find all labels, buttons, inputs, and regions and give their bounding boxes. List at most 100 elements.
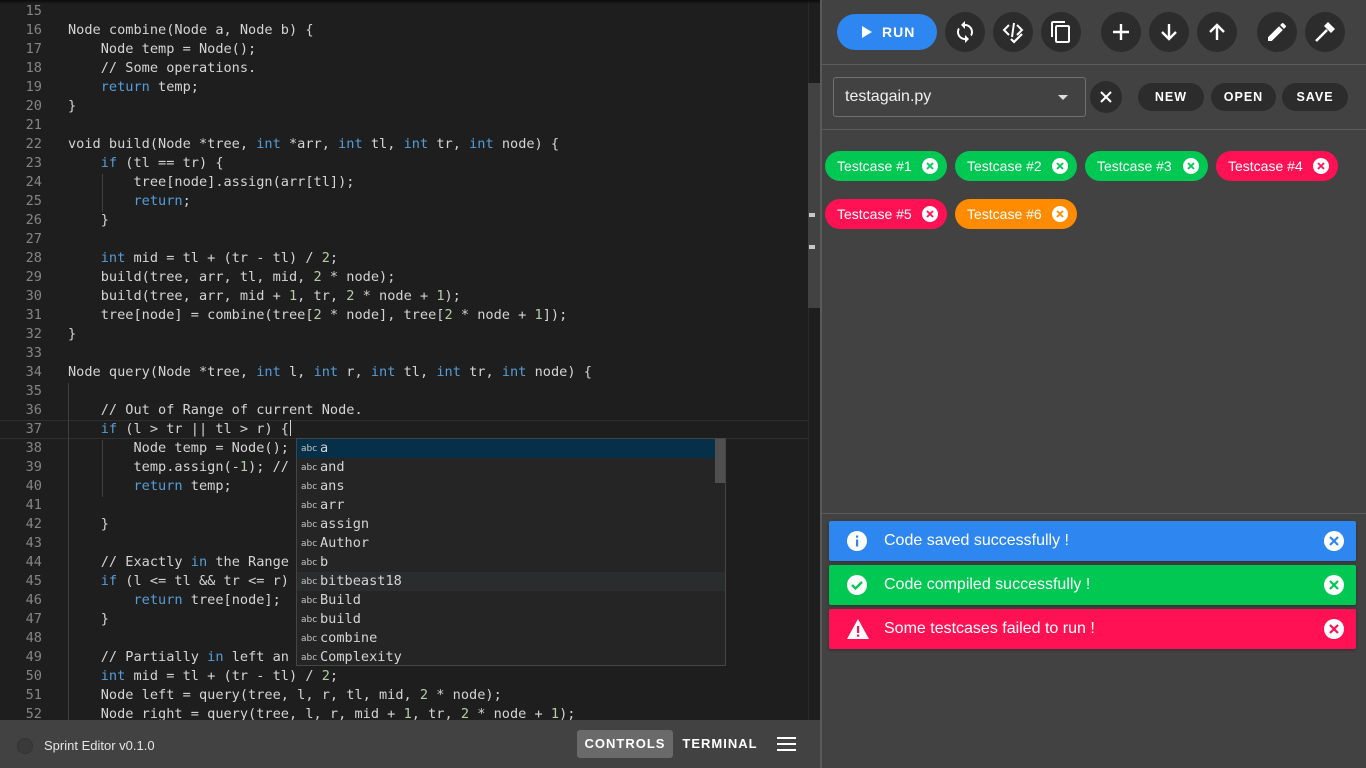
- suggestion-list[interactable]: abc a abc and abc ans abc arr abc assign abc Author…: [297, 439, 725, 665]
- suggestion-item[interactable]: abc assign: [297, 515, 725, 534]
- file-select-dropdown[interactable]: testagain.py: [833, 77, 1086, 117]
- code-text[interactable]: if (tl == tr) {: [68, 154, 224, 173]
- code-line[interactable]: 27: [0, 230, 808, 249]
- code-line[interactable]: 19 return temp;: [0, 78, 808, 97]
- edit-button[interactable]: [1257, 12, 1297, 52]
- suggestion-item[interactable]: abc combine: [297, 629, 725, 648]
- code-text[interactable]: // Partially in left an: [68, 648, 289, 667]
- code-line[interactable]: 29 build(tree, arr, tl, mid, 2 * node);: [0, 268, 808, 287]
- code-line[interactable]: 35: [0, 382, 808, 401]
- compile-check-button[interactable]: [993, 12, 1033, 52]
- code-line[interactable]: 15: [0, 2, 808, 21]
- suggestion-item[interactable]: abc b: [297, 553, 725, 572]
- code-text[interactable]: tree[node].assign(arr[tl]);: [68, 173, 354, 192]
- code-text[interactable]: Node temp = Node();: [68, 40, 257, 59]
- testcase-chip[interactable]: Testcase #1: [825, 151, 947, 181]
- code-line[interactable]: 26 }: [0, 211, 808, 230]
- code-text[interactable]: void build(Node *tree, int *arr, int tl,…: [68, 135, 559, 154]
- code-text[interactable]: }: [68, 515, 109, 534]
- run-button[interactable]: RUN: [837, 14, 937, 50]
- suggestion-item[interactable]: abc ans: [297, 477, 725, 496]
- code-text[interactable]: if (l > tr || tl > r) {: [68, 420, 291, 439]
- code-text[interactable]: build(tree, arr, mid + 1, tr, 2 * node +…: [68, 287, 461, 306]
- code-line[interactable]: 28 int mid = tl + (tr - tl) / 2;: [0, 249, 808, 268]
- code-text[interactable]: tree[node] = combine(tree[2 * node], tre…: [68, 306, 568, 325]
- dismiss-notification-icon[interactable]: [1324, 531, 1344, 551]
- code-line[interactable]: 23 if (tl == tr) {: [0, 154, 808, 173]
- editor-scrollbar-thumb[interactable]: [808, 83, 820, 308]
- suggestion-item[interactable]: abc build: [297, 610, 725, 629]
- testcase-chip[interactable]: Testcase #2: [955, 151, 1077, 181]
- dismiss-notification-icon[interactable]: [1324, 619, 1344, 639]
- suggestion-item[interactable]: abc bitbeast18: [297, 572, 725, 591]
- menu-icon[interactable]: [774, 734, 798, 754]
- code-line[interactable]: 34 Node query(Node *tree, int l, int r, i…: [0, 363, 808, 382]
- code-text[interactable]: }: [68, 211, 109, 230]
- code-text[interactable]: Node right = query(tree, l, r, mid + 1, …: [68, 705, 576, 720]
- open-file-button[interactable]: OPEN: [1211, 83, 1276, 111]
- code-line[interactable]: 17 Node temp = Node();: [0, 40, 808, 59]
- suggestion-item[interactable]: abc arr: [297, 496, 725, 515]
- copy-button[interactable]: [1041, 12, 1081, 52]
- code-text[interactable]: int mid = tl + (tr - tl) / 2;: [68, 667, 338, 686]
- testcase-chip[interactable]: Testcase #6: [955, 199, 1077, 229]
- suggestion-item[interactable]: abc Author: [297, 534, 725, 553]
- remove-testcase-icon[interactable]: [1052, 158, 1068, 174]
- close-file-button[interactable]: [1090, 81, 1122, 113]
- code-line[interactable]: 31 tree[node] = combine(tree[2 * node], …: [0, 306, 808, 325]
- code-line[interactable]: 37 if (l > tr || tl > r) {: [0, 420, 808, 439]
- autocomplete-suggestions[interactable]: abc a abc and abc ans abc arr abc assign abc Author…: [296, 438, 726, 666]
- remove-testcase-icon[interactable]: [1183, 158, 1199, 174]
- testcase-chip[interactable]: Testcase #5: [825, 199, 947, 229]
- new-file-button[interactable]: NEW: [1138, 83, 1204, 111]
- code-line[interactable]: 24 tree[node].assign(arr[tl]);: [0, 173, 808, 192]
- code-text[interactable]: if (l <= tl && tr <= r): [68, 572, 289, 591]
- code-line[interactable]: 25 return;: [0, 192, 808, 211]
- code-line[interactable]: 50 int mid = tl + (tr - tl) / 2;: [0, 667, 808, 686]
- dismiss-notification-icon[interactable]: [1324, 575, 1344, 595]
- suggestion-item[interactable]: abc and: [297, 458, 725, 477]
- code-editor[interactable]: 15 16 Node combine(Node a, Node b) {17 Nod…: [0, 0, 820, 720]
- code-line[interactable]: 33: [0, 344, 808, 363]
- controls-tab-button[interactable]: CONTROLS: [577, 730, 673, 758]
- code-text[interactable]: int mid = tl + (tr - tl) / 2;: [68, 249, 338, 268]
- testcase-chip[interactable]: Testcase #3: [1085, 151, 1208, 181]
- remove-testcase-icon[interactable]: [1052, 206, 1068, 222]
- remove-testcase-icon[interactable]: [922, 158, 938, 174]
- code-line[interactable]: 22 void build(Node *tree, int *arr, int t…: [0, 135, 808, 154]
- code-line[interactable]: 16 Node combine(Node a, Node b) {: [0, 21, 808, 40]
- move-down-button[interactable]: [1149, 12, 1189, 52]
- code-text[interactable]: Node query(Node *tree, int l, int r, int…: [68, 363, 592, 382]
- move-up-button[interactable]: [1197, 12, 1237, 52]
- code-line[interactable]: 51 Node left = query(tree, l, r, tl, mid…: [0, 686, 808, 705]
- code-text[interactable]: return;: [68, 192, 190, 211]
- terminal-tab-button[interactable]: TERMINAL: [678, 730, 762, 758]
- code-text[interactable]: return temp;: [68, 78, 199, 97]
- save-file-button[interactable]: SAVE: [1282, 83, 1348, 111]
- code-text[interactable]: }: [68, 97, 76, 116]
- code-line[interactable]: 18 // Some operations.: [0, 59, 808, 78]
- suggestion-scrollbar[interactable]: [715, 439, 725, 483]
- code-line[interactable]: 52 Node right = query(tree, l, r, mid + …: [0, 705, 808, 720]
- suggestion-item[interactable]: abc a: [297, 439, 725, 458]
- testcase-chip[interactable]: Testcase #4: [1216, 151, 1338, 181]
- remove-testcase-icon[interactable]: [922, 206, 938, 222]
- build-tools-button[interactable]: [1305, 12, 1345, 52]
- code-text[interactable]: Node left = query(tree, l, r, tl, mid, 2…: [68, 686, 502, 705]
- suggestion-item[interactable]: abc Complexity: [297, 648, 725, 665]
- code-text[interactable]: }: [68, 325, 76, 344]
- code-line[interactable]: 20}: [0, 97, 808, 116]
- code-text[interactable]: return tree[node];: [68, 591, 280, 610]
- add-testcase-button[interactable]: [1101, 12, 1141, 52]
- code-line[interactable]: 36 // Out of Range of current Node.: [0, 401, 808, 420]
- sync-button[interactable]: [945, 12, 985, 52]
- code-line[interactable]: 30 build(tree, arr, mid + 1, tr, 2 * nod…: [0, 287, 808, 306]
- code-text[interactable]: // Out of Range of current Node.: [68, 401, 363, 420]
- code-text[interactable]: Node combine(Node a, Node b) {: [68, 21, 314, 40]
- code-line[interactable]: 21: [0, 116, 808, 135]
- code-line[interactable]: 32}: [0, 325, 808, 344]
- code-text[interactable]: // Some operations.: [68, 59, 257, 78]
- suggestion-item[interactable]: abc Build: [297, 591, 725, 610]
- remove-testcase-icon[interactable]: [1313, 158, 1329, 174]
- code-text[interactable]: build(tree, arr, tl, mid, 2 * node);: [68, 268, 396, 287]
